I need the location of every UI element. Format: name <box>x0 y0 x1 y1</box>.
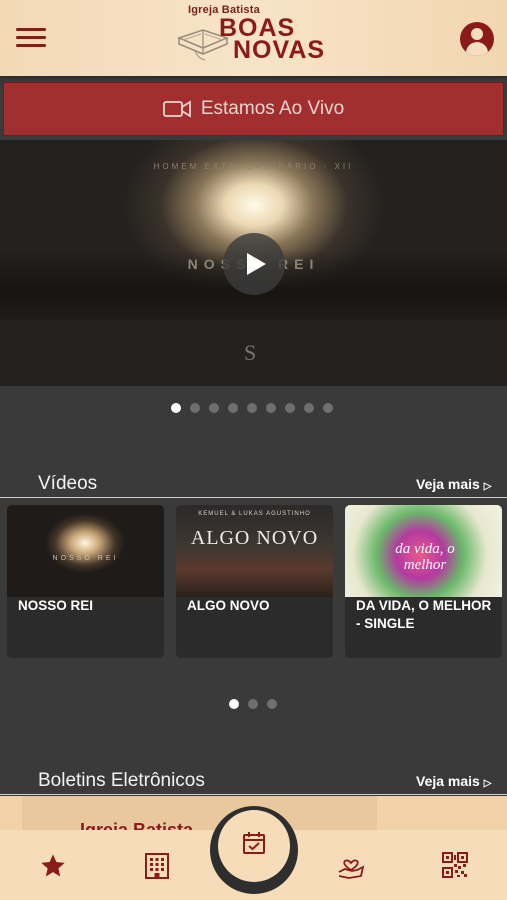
play-button[interactable] <box>223 233 285 295</box>
qr-code-icon[interactable] <box>442 852 472 882</box>
banner-pagination-dot[interactable] <box>171 403 181 413</box>
thumbnail-text: ALGO NOVO <box>190 527 319 549</box>
hamburger-menu-icon[interactable] <box>14 24 48 54</box>
banner-pagination-dot[interactable] <box>228 403 238 413</box>
app-header: Igreja Batista BOAS NOVAS <box>0 0 507 76</box>
section-divider <box>0 497 507 498</box>
banner-pagination-dot[interactable] <box>209 403 219 413</box>
play-icon <box>247 253 266 275</box>
banner-monogram: S <box>244 340 257 365</box>
video-card-label: NOSSO REI <box>18 598 94 613</box>
videos-pagination-dot[interactable] <box>229 699 239 709</box>
hand-heart-icon[interactable] <box>337 852 367 882</box>
thumbnail-text: da vida, o melhor <box>395 541 455 573</box>
video-card-algo-novo[interactable]: KEMUEL & LUKAS AGUSTINHO ALGO NOVO ALGO … <box>176 505 333 658</box>
logo-line-2: NOVAS <box>233 36 326 64</box>
banner-pagination-dot[interactable] <box>190 403 200 413</box>
star-icon[interactable] <box>39 852 69 882</box>
live-stream-button[interactable]: Estamos Ao Vivo <box>3 82 504 136</box>
app-logo: Igreja Batista BOAS NOVAS <box>175 2 340 72</box>
videos-pagination <box>229 699 277 709</box>
chevron-right-icon: ▷ <box>483 481 492 492</box>
banner-pagination-dot[interactable] <box>266 403 276 413</box>
bulletins-see-more-label: Veja mais <box>416 773 480 789</box>
bulletin-preview-text: Igreja Batista <box>80 820 194 830</box>
bulletin-card <box>22 796 377 830</box>
video-camera-icon <box>162 100 191 118</box>
video-card-nosso-rei[interactable]: NOSSO REI NOSSO REI <box>7 505 164 658</box>
thumbnail-text: NOSSO REI <box>52 555 119 562</box>
video-thumbnail: da vida, o melhor <box>345 505 502 597</box>
bulletins-section-title: Boletins Eletrônicos <box>38 770 205 791</box>
chevron-right-icon: ▷ <box>483 778 492 789</box>
video-card-label: DA VIDA, O MELHOR - SINGLE <box>356 598 492 631</box>
live-stream-label: Estamos Ao Vivo <box>200 98 345 119</box>
banner-pagination <box>171 403 333 413</box>
building-icon[interactable] <box>144 852 174 882</box>
banner-pagination-dot[interactable] <box>247 403 257 413</box>
videos-pagination-dot[interactable] <box>248 699 258 709</box>
video-card-label: ALGO NOVO <box>187 598 270 613</box>
account-circle-icon[interactable] <box>460 22 494 56</box>
section-divider <box>0 794 507 795</box>
videos-see-more-label: Veja mais <box>416 476 480 492</box>
video-thumbnail: KEMUEL & LUKAS AGUSTINHO ALGO NOVO <box>176 505 333 597</box>
bulletins-see-more-link[interactable]: Veja mais ▷ <box>416 773 491 789</box>
calendar-button[interactable] <box>218 810 290 882</box>
video-card-da-vida-o-melhor[interactable]: da vida, o melhor DA VIDA, O MELHOR - SI… <box>345 505 502 658</box>
thumbnail-artist-text: KEMUEL & LUKAS AGUSTINHO <box>198 511 311 517</box>
videos-pagination-dot[interactable] <box>267 699 277 709</box>
videos-section-title: Vídeos <box>38 473 98 494</box>
videos-see-more-link[interactable]: Veja mais ▷ <box>416 476 491 492</box>
banner-pagination-dot[interactable] <box>323 403 333 413</box>
calendar-check-icon <box>243 832 265 854</box>
banner-pagination-dot[interactable] <box>304 403 314 413</box>
banner-subtitle: HOMEM EXTRAORDINÁRIO · XII <box>153 162 354 171</box>
video-thumbnail: NOSSO REI <box>7 505 164 597</box>
banner-pagination-dot[interactable] <box>285 403 295 413</box>
